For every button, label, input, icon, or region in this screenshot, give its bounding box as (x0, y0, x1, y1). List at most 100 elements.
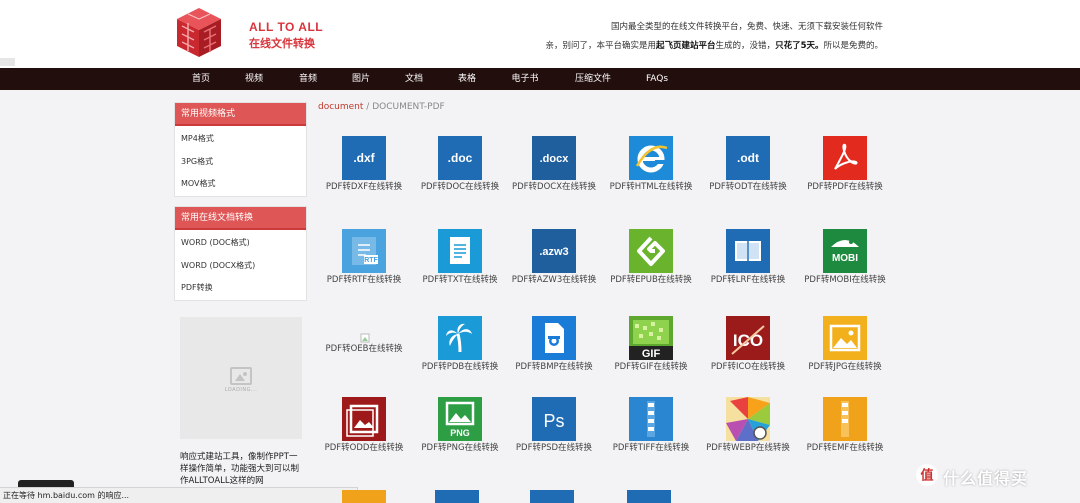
header-note-brand: 起飞页建站平台 (656, 41, 716, 51)
sidebar-item-doc[interactable]: WORD (DOC格式) (175, 232, 306, 255)
header-note: 亲，别问了，本平台确实是用起飞页建站平台生成的，没错，只花了5天。所以是免费的。 (546, 39, 883, 51)
format-tile-label[interactable]: PDF转PDF在线转换 (800, 182, 890, 193)
format-tile-label[interactable]: PDF转DOC在线转换 (415, 182, 505, 193)
header-description: 国内最全类型的在线文件转换平台，免费、快速、无须下载安装任何软件 (610, 22, 883, 32)
logo-cube-icon[interactable] (174, 6, 224, 59)
rtf-icon[interactable]: RTF (342, 229, 386, 273)
format-tile-label[interactable]: PDF转ODT在线转换 (703, 182, 793, 193)
nav-home[interactable]: 首页 (181, 68, 221, 90)
format-tile-label[interactable]: PDF转LRF在线转换 (703, 275, 793, 286)
image-placeholder-icon (230, 367, 252, 385)
palm-icon[interactable] (438, 316, 482, 360)
format-tile-label[interactable]: PDF转TIFF在线转换 (606, 443, 696, 454)
logo-title-cn[interactable]: 在线文件转换 (249, 35, 315, 51)
ad-image[interactable]: LOADING... (180, 317, 302, 439)
format-tile-label[interactable]: PDF转DXF在线转换 (319, 182, 409, 193)
header-note-e: 所以是免费的。 (823, 41, 883, 51)
webp-icon[interactable] (726, 397, 770, 441)
svg-text:GIF: GIF (642, 348, 661, 360)
site-header: ALL TO ALL 在线文件转换 国内最全类型的在线文件转换平台，免费、快速、… (0, 0, 1080, 68)
nav-ebook[interactable]: 电子书 (502, 68, 548, 90)
sidebar-item-3pg[interactable]: 3PG格式 (175, 151, 306, 174)
format-tile-peek[interactable] (342, 490, 386, 503)
svg-text:.azw3: .azw3 (539, 246, 568, 258)
scrollbar[interactable] (1068, 90, 1080, 487)
tiff-icon[interactable] (629, 397, 673, 441)
format-tile-label[interactable]: PDF转ICO在线转换 (703, 362, 793, 373)
docx-icon[interactable]: .docx (532, 136, 576, 180)
doc-icon[interactable]: .doc (438, 136, 482, 180)
sidebar-item-pdf[interactable]: PDF转换 (175, 277, 306, 300)
format-tile-label[interactable]: PDF转EMF在线转换 (800, 443, 890, 454)
sidebar-video-title: 常用视频格式 (175, 103, 306, 126)
ico-icon[interactable]: ICO (726, 316, 770, 360)
format-tile-label[interactable]: PDF转GIF在线转换 (606, 362, 696, 373)
logo-title-en[interactable]: ALL TO ALL (249, 20, 323, 34)
dxf-icon[interactable]: .dxf (342, 136, 386, 180)
txt-icon[interactable] (438, 229, 482, 273)
breadcrumb-current: DOCUMENT-PDF (372, 102, 445, 112)
side-tab[interactable] (0, 58, 15, 66)
format-tile-label[interactable]: PDF转PDB在线转换 (415, 362, 505, 373)
odt-icon[interactable]: .odt (726, 136, 770, 180)
format-tile-label[interactable]: PDF转EPUB在线转换 (606, 275, 696, 286)
svg-text:RTF: RTF (364, 257, 378, 264)
mobi-icon[interactable]: MOBI (823, 229, 867, 273)
format-tile-label[interactable]: PDF转RTF在线转换 (319, 275, 409, 286)
format-tile-label[interactable]: PDF转TXT在线转换 (415, 275, 505, 286)
watermark-text: 什么值得买 (943, 469, 1029, 488)
format-tile-label[interactable]: PDF转AZW3在线转换 (509, 275, 599, 286)
format-tile-label[interactable]: PDF转WEBP在线转换 (703, 443, 793, 454)
nav-video[interactable]: 视频 (234, 68, 274, 90)
ie-icon[interactable] (629, 136, 673, 180)
format-tile-label[interactable]: PDF转PSD在线转换 (509, 443, 599, 454)
svg-text:PNG: PNG (450, 428, 470, 438)
gif-icon[interactable]: GIF (629, 316, 673, 360)
format-tile-label[interactable]: PDF转BMP在线转换 (509, 362, 599, 373)
epub-icon[interactable] (629, 229, 673, 273)
watermark: 值 什么值得买 (907, 460, 1077, 488)
status-bar: 正在等待 hm.baidu.com 的响应... (0, 487, 358, 503)
nav-spreadsheet[interactable]: 表格 (447, 68, 487, 90)
nav-faqs[interactable]: FAQs (637, 68, 677, 90)
svg-text:.doc: .doc (448, 151, 473, 165)
format-tile-peek[interactable] (530, 490, 574, 503)
format-tile-peek[interactable] (435, 490, 479, 503)
lrf-icon[interactable] (726, 229, 770, 273)
sidebar-item-mp4[interactable]: MP4格式 (175, 128, 306, 151)
breadcrumb-separator: / (363, 102, 373, 112)
sidebar-item-docx[interactable]: WORD (DOCX格式) (175, 255, 306, 278)
sidebar-doc-panel: 常用在线文档转换 WORD (DOC格式) WORD (DOCX格式) PDF转… (174, 206, 307, 301)
azw3-icon[interactable]: .azw3 (532, 229, 576, 273)
format-tile-label[interactable]: PDF转PNG在线转换 (415, 443, 505, 454)
ad-description[interactable]: 响应式建站工具，像制作PPT一样操作简单，功能强大到可以制作ALLTOALL这样… (180, 451, 305, 487)
format-tile-label[interactable]: PDF转JPG在线转换 (800, 362, 890, 373)
jpg-icon[interactable] (823, 316, 867, 360)
nav-audio[interactable]: 音频 (288, 68, 328, 90)
svg-text:.dxf: .dxf (353, 151, 375, 165)
format-tile-label[interactable]: PDF转DOCX在线转换 (509, 182, 599, 193)
breadcrumb: document / DOCUMENT-PDF (318, 102, 445, 112)
format-tile-peek[interactable] (627, 490, 671, 503)
psd-icon[interactable]: Ps (532, 397, 576, 441)
emf-icon[interactable] (823, 397, 867, 441)
odd-icon[interactable] (342, 397, 386, 441)
nav-document[interactable]: 文档 (394, 68, 434, 90)
format-tile-label[interactable]: PDF转HTML在线转换 (606, 182, 696, 193)
nav-archive[interactable]: 压缩文件 (567, 68, 619, 90)
pdf-acrobat-icon[interactable] (823, 136, 867, 180)
main-nav: 首页 视频 音频 图片 文档 表格 电子书 压缩文件 FAQs (0, 68, 1080, 90)
watermark-logo-icon: 值 (916, 464, 938, 486)
ad-loading-text: LOADING... (224, 387, 258, 393)
sidebar-item-mov[interactable]: MOV格式 (175, 173, 306, 196)
header-note-days: 只花了5天。 (775, 41, 824, 51)
format-tile-label[interactable]: PDF转MOBI在线转换 (800, 275, 890, 286)
svg-text:.docx: .docx (540, 153, 570, 165)
breadcrumb-link[interactable]: document (318, 102, 363, 112)
format-tile-label[interactable]: PDF转OEB在线转换 (319, 344, 409, 355)
header-note-c: 生成的，没错， (715, 41, 776, 51)
format-tile-label[interactable]: PDF转ODD在线转换 (319, 443, 409, 454)
png-icon[interactable]: PNG (438, 397, 482, 441)
nav-image[interactable]: 图片 (341, 68, 381, 90)
bmp-icon[interactable] (532, 316, 576, 360)
